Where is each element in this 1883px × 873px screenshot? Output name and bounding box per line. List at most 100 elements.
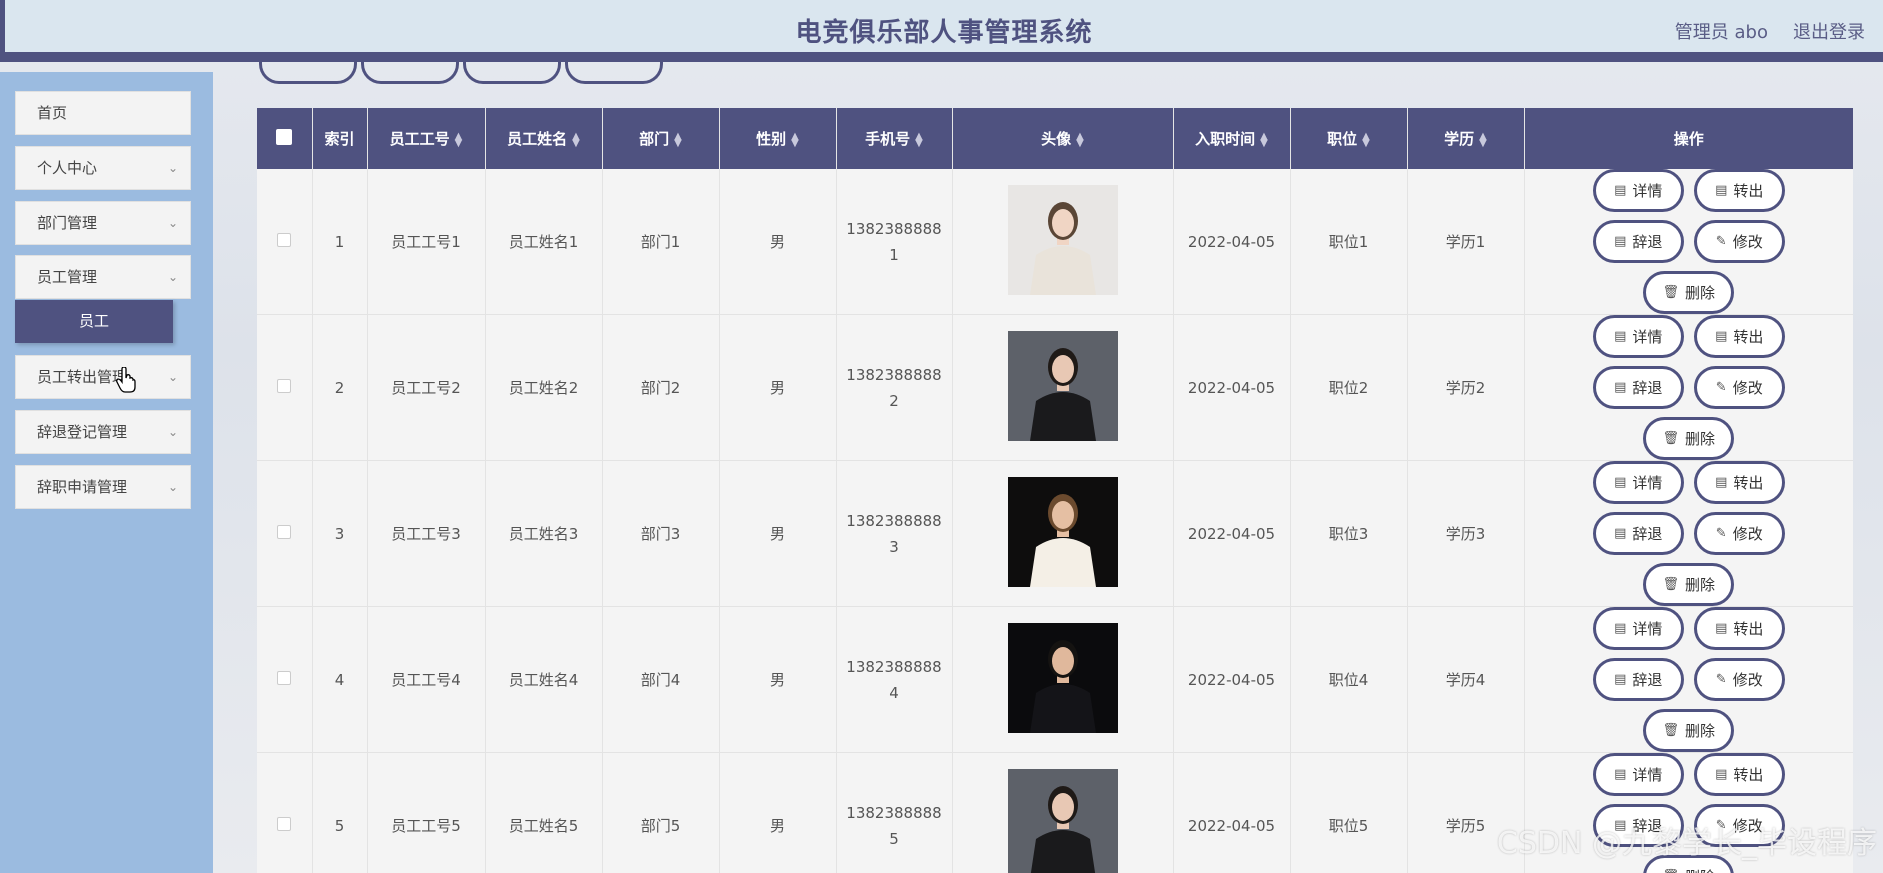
sidebar-item-employee-transfer[interactable]: 员工转出管理 ⌄ bbox=[15, 355, 191, 399]
toolbar-button-partial[interactable] bbox=[565, 56, 663, 84]
row-checkbox[interactable] bbox=[277, 378, 292, 393]
select-all-checkbox[interactable] bbox=[276, 128, 293, 145]
transfer-button[interactable]: ▤ 转出 bbox=[1693, 753, 1785, 796]
dismiss-button[interactable]: ▤ 辞退 bbox=[1592, 658, 1684, 701]
row-select-cell[interactable] bbox=[257, 606, 313, 753]
sort-icon[interactable]: ▲ ▼ bbox=[674, 131, 682, 148]
edit-button[interactable]: ✎ 修改 bbox=[1693, 658, 1785, 701]
column-header-dept[interactable]: 部门 ▲ ▼ bbox=[602, 108, 720, 169]
detail-button[interactable]: ▤ 详情 bbox=[1592, 753, 1684, 796]
cell-index: 2 bbox=[312, 314, 368, 461]
dismiss-button[interactable]: ▤ 辞退 bbox=[1592, 512, 1684, 555]
cell-emp-no: 员工工号1 bbox=[367, 169, 486, 315]
transfer-button[interactable]: ▤ 转出 bbox=[1693, 315, 1785, 358]
cell-position: 职位5 bbox=[1290, 752, 1408, 873]
delete-button[interactable]: 🗑删除 bbox=[1643, 417, 1735, 460]
sort-icon[interactable]: ▲ ▼ bbox=[1479, 131, 1487, 148]
sort-icon[interactable]: ▲ ▼ bbox=[455, 131, 463, 148]
cell-gender: 男 bbox=[719, 460, 837, 607]
delete-button[interactable]: 🗑删除 bbox=[1643, 271, 1735, 314]
sort-icon[interactable]: ▲ ▼ bbox=[1076, 131, 1084, 148]
document-icon: ▤ bbox=[1614, 526, 1627, 541]
column-header-phone[interactable]: 手机号 ▲ ▼ bbox=[836, 108, 953, 169]
row-checkbox[interactable] bbox=[277, 670, 292, 685]
toolbar-button-partial[interactable] bbox=[259, 56, 357, 84]
cell-actions: ▤详情 ▤转出 ▤辞退 ✎修改 🗑删除 bbox=[1524, 314, 1853, 461]
edit-pen-icon: ✎ bbox=[1715, 526, 1727, 541]
detail-button[interactable]: ▤ 详情 bbox=[1592, 607, 1684, 650]
logout-link[interactable]: 退出登录 bbox=[1793, 18, 1865, 44]
dismiss-button[interactable]: ▤ 辞退 bbox=[1592, 220, 1684, 263]
cell-education: 学历2 bbox=[1407, 314, 1525, 461]
sort-icon[interactable]: ▲ ▼ bbox=[572, 131, 580, 148]
cell-avatar bbox=[952, 314, 1174, 461]
edit-button[interactable]: ✎ 修改 bbox=[1693, 220, 1785, 263]
row-checkbox[interactable] bbox=[277, 524, 292, 539]
edit-button[interactable]: ✎ 修改 bbox=[1693, 366, 1785, 409]
row-checkbox[interactable] bbox=[277, 232, 292, 247]
delete-button[interactable]: 🗑删除 bbox=[1643, 563, 1735, 606]
transfer-button[interactable]: ▤ 转出 bbox=[1693, 461, 1785, 504]
cell-dept: 部门5 bbox=[602, 752, 720, 873]
cell-hire-date: 2022-04-05 bbox=[1173, 606, 1291, 753]
cell-position: 职位1 bbox=[1290, 169, 1408, 315]
column-header-actions: 操作 bbox=[1524, 108, 1853, 169]
avatar-image[interactable] bbox=[1007, 768, 1118, 873]
row-select-cell[interactable] bbox=[257, 314, 313, 461]
avatar-image[interactable] bbox=[1007, 184, 1118, 295]
table-row: 1 员工工号1 员工姓名1 部门1 男 1382388888 1 2022-04-… bbox=[257, 169, 1853, 315]
column-header-name[interactable]: 员工姓名 ▲ ▼ bbox=[485, 108, 603, 169]
dismiss-button[interactable]: ▤ 辞退 bbox=[1592, 804, 1684, 847]
edit-button[interactable]: ✎ 修改 bbox=[1693, 512, 1785, 555]
row-select-cell[interactable] bbox=[257, 460, 313, 607]
transfer-button[interactable]: ▤ 转出 bbox=[1693, 607, 1785, 650]
cell-dept: 部门4 bbox=[602, 606, 720, 753]
delete-button[interactable]: 🗑删除 bbox=[1643, 709, 1735, 752]
row-checkbox[interactable] bbox=[277, 816, 292, 831]
detail-button[interactable]: ▤ 详情 bbox=[1592, 315, 1684, 358]
cell-phone: 1382388888 5 bbox=[836, 752, 953, 873]
cell-dept: 部门2 bbox=[602, 314, 720, 461]
sort-icon[interactable]: ▲ ▼ bbox=[1260, 131, 1268, 148]
detail-button[interactable]: ▤ 详情 bbox=[1592, 169, 1684, 212]
column-header-emp-no[interactable]: 员工工号 ▲ ▼ bbox=[367, 108, 486, 169]
transfer-button[interactable]: ▤ 转出 bbox=[1693, 169, 1785, 212]
edit-pen-icon: ✎ bbox=[1715, 818, 1727, 833]
column-header-date[interactable]: 入职时间 ▲ ▼ bbox=[1173, 108, 1291, 169]
edit-button[interactable]: ✎ 修改 bbox=[1693, 804, 1785, 847]
sidebar-item-resignation[interactable]: 辞职申请管理 ⌄ bbox=[15, 465, 191, 509]
sidebar-item-dismissal[interactable]: 辞退登记管理 ⌄ bbox=[15, 410, 191, 454]
row-select-cell[interactable] bbox=[257, 752, 313, 873]
cell-gender: 男 bbox=[719, 752, 837, 873]
edit-pen-icon: ✎ bbox=[1715, 234, 1727, 249]
avatar-image[interactable] bbox=[1007, 330, 1118, 441]
sort-icon[interactable]: ▲ ▼ bbox=[791, 131, 799, 148]
dismiss-button[interactable]: ▤ 辞退 bbox=[1592, 366, 1684, 409]
chevron-down-icon: ⌄ bbox=[167, 425, 178, 439]
sidebar-item-home[interactable]: 首页 bbox=[15, 91, 191, 135]
current-user-label: 管理员 abo bbox=[1674, 22, 1768, 43]
cell-dept: 部门1 bbox=[602, 169, 720, 315]
sidebar-item-department[interactable]: 部门管理 ⌄ bbox=[15, 201, 191, 245]
sort-icon[interactable]: ▲ ▼ bbox=[1362, 131, 1370, 148]
toolbar-button-partial[interactable] bbox=[463, 56, 561, 84]
detail-button[interactable]: ▤ 详情 bbox=[1592, 461, 1684, 504]
row-select-cell[interactable] bbox=[257, 169, 313, 315]
cell-avatar bbox=[952, 460, 1174, 607]
select-all-cell[interactable] bbox=[257, 108, 313, 169]
cell-hire-date: 2022-04-05 bbox=[1173, 460, 1291, 607]
avatar-image[interactable] bbox=[1007, 622, 1118, 733]
sidebar-item-personal-center[interactable]: 个人中心 ⌄ bbox=[15, 146, 191, 190]
column-header-gender[interactable]: 性别 ▲ ▼ bbox=[719, 108, 837, 169]
toolbar-button-partial[interactable] bbox=[361, 56, 459, 84]
submenu-item-employee[interactable]: 员工 bbox=[15, 300, 173, 343]
cell-emp-no: 员工工号2 bbox=[367, 314, 486, 461]
delete-button[interactable]: 🗑删除 bbox=[1643, 855, 1735, 873]
column-header-position[interactable]: 职位 ▲ ▼ bbox=[1290, 108, 1408, 169]
sort-icon[interactable]: ▲ ▼ bbox=[915, 131, 923, 148]
column-header-avatar[interactable]: 头像 ▲ ▼ bbox=[952, 108, 1174, 169]
column-header-education[interactable]: 学历 ▲ ▼ bbox=[1407, 108, 1525, 169]
chevron-down-icon: ⌄ bbox=[167, 480, 178, 494]
sidebar-item-employee[interactable]: 员工管理 ⌄ bbox=[15, 255, 191, 299]
avatar-image[interactable] bbox=[1007, 476, 1118, 587]
